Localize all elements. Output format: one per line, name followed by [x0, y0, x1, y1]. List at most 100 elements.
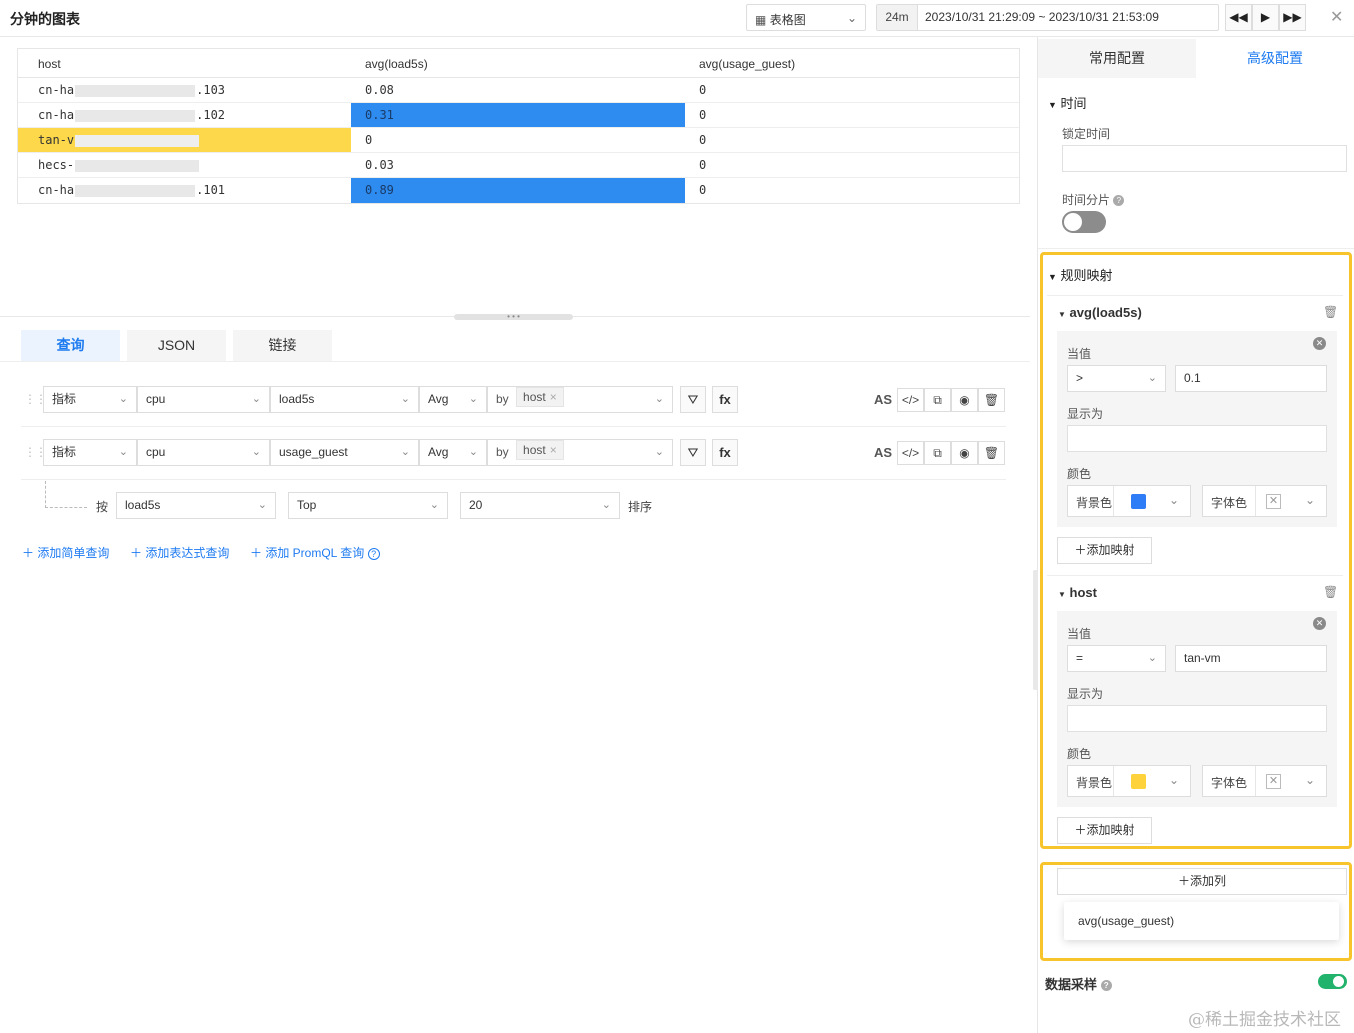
copy-button[interactable]: ⧉	[924, 441, 951, 465]
group-by-tag[interactable]: host ×	[516, 440, 564, 460]
column-header-host[interactable]: host	[18, 49, 351, 77]
help-icon[interactable]: ?	[1113, 195, 1125, 207]
field-select[interactable]: load5s ⌄	[270, 386, 419, 413]
data-sampling-toggle[interactable]	[1318, 974, 1347, 989]
play-button[interactable]: ▶	[1252, 4, 1279, 31]
operator-select[interactable]: > ⌄	[1067, 365, 1166, 392]
add-mapping-button[interactable]: ＋添加映射	[1057, 537, 1152, 564]
alias-button[interactable]: AS	[872, 441, 894, 465]
code-button[interactable]: </>	[897, 388, 924, 412]
group-by-select[interactable]: by host × ⌄	[487, 386, 673, 413]
sort-suffix-label: 排序	[628, 500, 653, 514]
tab-common-config[interactable]: 常用配置	[1038, 39, 1196, 78]
sort-order-select[interactable]: Top ⌄	[288, 492, 448, 519]
trash-icon[interactable]: 🗑	[1323, 585, 1338, 599]
color-label: 颜色	[1067, 467, 1092, 481]
measurement-select[interactable]: cpu ⌄	[137, 386, 270, 413]
close-circle-icon[interactable]: ✕	[1313, 337, 1326, 350]
lock-time-input[interactable]	[1062, 145, 1347, 172]
rewind-button[interactable]: ◀◀	[1225, 4, 1252, 31]
group-by-tag[interactable]: host ×	[516, 387, 564, 407]
sort-field-select[interactable]: load5s ⌄	[116, 492, 276, 519]
tab-query[interactable]: 查询	[21, 330, 120, 361]
add-mapping-button[interactable]: ＋添加映射	[1057, 817, 1152, 844]
tab-json[interactable]: JSON	[127, 330, 226, 361]
tab-link[interactable]: 链接	[233, 330, 332, 361]
font-color-picker[interactable]: 字体色 ✕ ⌄	[1202, 765, 1327, 797]
sort-prefix-label: 按	[96, 500, 109, 514]
fx-button[interactable]: fx	[712, 386, 738, 413]
copy-icon: ⧉	[933, 393, 942, 407]
measurement-select[interactable]: cpu ⌄	[137, 439, 270, 466]
chevron-down-icon: ⌄	[251, 393, 261, 405]
column-option-usage-guest[interactable]: avg(usage_guest)	[1078, 914, 1174, 928]
chevron-down-icon: ⌄	[118, 393, 128, 405]
resize-handle[interactable]: • • •	[454, 313, 573, 321]
aggregate-select[interactable]: Avg ⌄	[419, 386, 487, 413]
add-promql-query-link[interactable]: ＋ 添加 PromQL 查询 ?	[250, 544, 380, 561]
filter-button[interactable]: ⛛	[680, 386, 706, 413]
value-input[interactable]: tan-vm	[1175, 645, 1327, 672]
table-row: tan-v 0 0	[18, 128, 1019, 153]
font-color-picker[interactable]: 字体色 ✕ ⌄	[1202, 485, 1327, 517]
group-by-select[interactable]: by host × ⌄	[487, 439, 673, 466]
relative-range[interactable]: 24m	[877, 5, 918, 30]
operator-select[interactable]: = ⌄	[1067, 645, 1166, 672]
data-sampling-label: 数据采样 ?	[1045, 974, 1112, 993]
alias-button[interactable]: AS	[872, 388, 894, 412]
page-title: 分钟的图表	[10, 11, 80, 27]
load5s-cell: 0.08	[365, 83, 394, 97]
redacted-mask	[75, 134, 200, 147]
chart-type-select[interactable]: ▦ 表格图 ⌄	[746, 4, 866, 31]
chevron-down-icon: ⌄	[1169, 493, 1180, 507]
code-icon: </>	[901, 446, 920, 460]
fx-button[interactable]: fx	[712, 439, 738, 466]
toggle-visibility-button[interactable]: ◉	[951, 388, 978, 412]
bg-color-swatch	[1131, 774, 1146, 789]
add-column-button[interactable]: ＋添加列	[1057, 868, 1347, 895]
usage-guest-cell: 0	[699, 83, 707, 97]
forward-button[interactable]: ▶▶	[1279, 4, 1306, 31]
query-type-select[interactable]: 指标 ⌄	[43, 386, 137, 413]
trash-icon[interactable]: 🗑	[1323, 305, 1338, 319]
help-icon[interactable]: ?	[1100, 980, 1112, 992]
background-color-picker[interactable]: 背景色 ⌄	[1067, 485, 1191, 517]
panel-resize-handle[interactable]	[1033, 570, 1038, 690]
add-simple-query-link[interactable]: ＋ 添加简单查询	[22, 544, 109, 561]
add-expression-query-link[interactable]: ＋ 添加表达式查询	[130, 544, 229, 561]
redacted-mask	[75, 159, 200, 172]
delete-query-button[interactable]: 🗑	[978, 441, 1005, 465]
host-cell: cn-ha .101	[38, 183, 226, 197]
code-button[interactable]: </>	[897, 441, 924, 465]
display-as-input[interactable]	[1067, 705, 1327, 732]
display-as-input[interactable]	[1067, 425, 1327, 452]
background-color-picker[interactable]: 背景色 ⌄	[1067, 765, 1191, 797]
load5s-cell: 0.31	[351, 103, 685, 127]
aggregate-select[interactable]: Avg ⌄	[419, 439, 487, 466]
copy-button[interactable]: ⧉	[924, 388, 951, 412]
time-section-header[interactable]: ▼ 时间	[1048, 93, 1087, 112]
caret-down-icon: ▼	[1058, 590, 1066, 599]
delete-query-button[interactable]: 🗑	[978, 388, 1005, 412]
code-icon: </>	[901, 393, 920, 407]
value-input[interactable]: 0.1	[1175, 365, 1327, 392]
help-icon[interactable]: ?	[367, 548, 380, 560]
sort-limit-select[interactable]: 20 ⌄	[460, 492, 620, 519]
tab-advanced-config[interactable]: 高级配置	[1196, 39, 1354, 78]
column-header-load5s[interactable]: avg(load5s)	[351, 49, 685, 77]
field-select[interactable]: usage_guest ⌄	[270, 439, 419, 466]
toggle-visibility-button[interactable]: ◉	[951, 441, 978, 465]
close-circle-icon[interactable]: ✕	[1313, 617, 1326, 630]
fast-forward-icon: ▶▶	[1283, 10, 1302, 24]
filter-button[interactable]: ⛛	[680, 439, 706, 466]
chevron-down-icon: ⌄	[257, 499, 267, 511]
plus-icon: ＋	[1074, 543, 1087, 557]
mapping-column-header[interactable]: ▼ avg(load5s)	[1058, 305, 1142, 320]
close-icon[interactable]: ✕	[1330, 7, 1343, 27]
mapping-column-header[interactable]: ▼ host	[1058, 585, 1097, 600]
time-slice-toggle[interactable]	[1062, 211, 1106, 233]
column-header-usage-guest[interactable]: avg(usage_guest)	[685, 49, 1021, 77]
query-type-select[interactable]: 指标 ⌄	[43, 439, 137, 466]
rule-mapping-header[interactable]: ▼ 规则映射	[1048, 265, 1113, 284]
time-range-picker[interactable]: 24m 2023/10/31 21:29:09 ~ 2023/10/31 21:…	[876, 4, 1219, 31]
